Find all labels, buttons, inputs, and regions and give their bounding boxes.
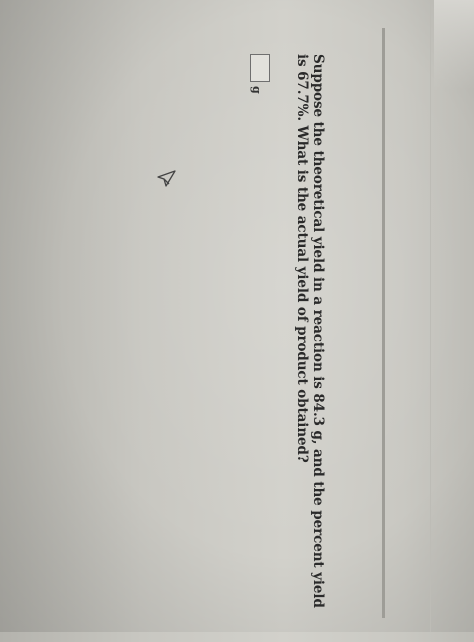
answer-input[interactable] [250, 54, 270, 82]
mouse-pointer-icon [157, 170, 176, 187]
page-edge-line [430, 0, 431, 632]
screen-corner [434, 0, 474, 90]
question-panel: Suppose the theoretical yield in a react… [140, 42, 340, 642]
question-text: Suppose the theoretical yield in a react… [294, 54, 326, 608]
answer-row: g [250, 54, 270, 94]
section-divider [382, 28, 385, 618]
unit-label: g [250, 86, 263, 94]
